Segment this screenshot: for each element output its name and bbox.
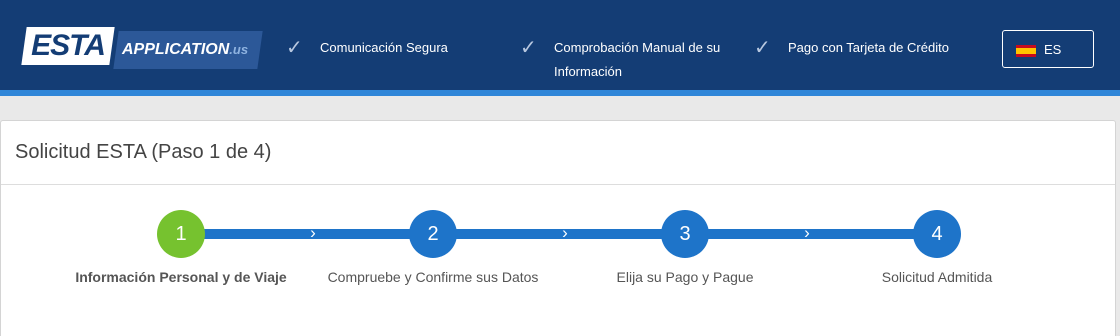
spain-flag-icon [1016, 45, 1036, 57]
logo-esta-block: ESTA [21, 27, 115, 65]
feature-credit-card-payment: ✓ Pago con Tarjeta de Crédito [754, 36, 984, 60]
page-title: Solicitud ESTA (Paso 1 de 4) [15, 141, 272, 163]
application-card: Solicitud ESTA (Paso 1 de 4) › › › 1 2 3… [0, 120, 1116, 336]
language-selector[interactable]: ES [1002, 30, 1094, 68]
chevron-right-icon: › [310, 223, 316, 242]
divider [1, 184, 1115, 185]
header-accent-stripe [0, 90, 1120, 96]
step-4-indicator: 4 [913, 210, 961, 258]
feature-secure-communication: ✓ Comunicación Segura [286, 36, 486, 60]
step-4-label: Solicitud Admitida [881, 269, 993, 285]
chevron-right-icon: › [804, 223, 810, 242]
logo-application-text: APPLICATION.us [122, 41, 249, 58]
step-2-label: Compruebe y Confirme sus Datos [327, 269, 539, 285]
check-icon: ✓ [754, 37, 771, 59]
feature-manual-check: ✓ Comprobación Manual de su Información [520, 36, 740, 84]
step-3-label: Elija su Pago y Pague [616, 269, 754, 285]
language-code: ES [1044, 42, 1062, 57]
logo-esta-text: ESTA [31, 29, 105, 62]
step-1-label: Información Personal y de Viaje [75, 269, 287, 285]
step-2-indicator: 2 [409, 210, 457, 258]
chevron-right-icon: › [562, 223, 568, 242]
check-icon: ✓ [520, 37, 537, 59]
step-1-indicator: 1 [157, 210, 205, 258]
site-header: ESTA APPLICATION.us ✓ Comunicación Segur… [0, 0, 1120, 90]
esta-application-logo[interactable]: ESTA APPLICATION.us [21, 27, 263, 69]
step-3-indicator: 3 [661, 210, 709, 258]
feature-text: Comprobación Manual de su Información [554, 40, 721, 79]
check-icon: ✓ [286, 37, 303, 59]
logo-application-block: APPLICATION.us [113, 31, 263, 69]
feature-text: Pago con Tarjeta de Crédito [788, 40, 949, 55]
feature-text: Comunicación Segura [320, 40, 448, 55]
